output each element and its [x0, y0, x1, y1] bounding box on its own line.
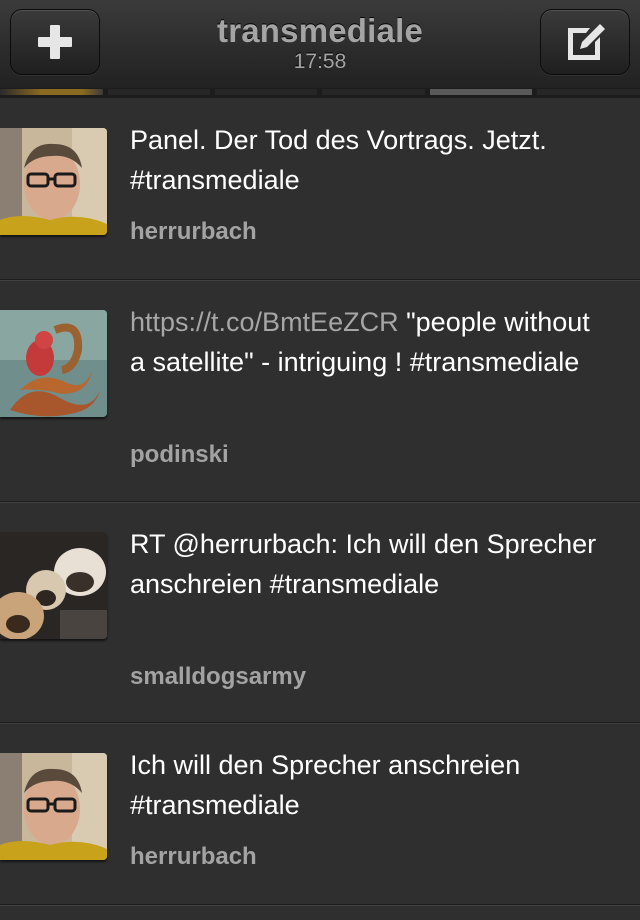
avatar-snake-creature-image [0, 310, 107, 417]
compose-button[interactable] [540, 9, 630, 75]
tweet-author[interactable]: herrurbach [130, 843, 257, 871]
tweet-text-content: Ich will den Sprecher anschreien #transm… [130, 750, 521, 820]
page-indicator-segment-3[interactable] [215, 89, 317, 95]
tweet-text-content: Panel. Der Tod des Vortrags. Jetzt. #tra… [130, 125, 547, 195]
tweet-author[interactable]: podinski [130, 441, 229, 469]
tweet-row[interactable]: https://t.co/BmtEeZCR "people without a … [0, 280, 640, 502]
page-indicator-segment-6[interactable] [537, 89, 640, 95]
page-indicator-segment-4[interactable] [322, 89, 425, 95]
compose-icon [568, 24, 605, 60]
page-indicator-segment-5-active[interactable] [430, 89, 532, 95]
page-title: transmediale [217, 12, 423, 49]
tweet-text-content: RT @herrurbach: Ich will den Sprecher an… [130, 529, 597, 599]
avatar-pug-dogs-image [0, 532, 107, 639]
tweet-text: https://t.co/BmtEeZCR "people without a … [130, 302, 610, 382]
navigation-bar: transmediale 17:58 [0, 0, 640, 89]
avatar[interactable] [0, 753, 107, 860]
tweet-text: Panel. Der Tod des Vortrags. Jetzt. #tra… [130, 120, 610, 200]
avatar-man-glasses-image [0, 128, 107, 235]
tweet-text: RT @herrurbach: Ich will den Sprecher an… [130, 524, 610, 604]
tweet-author[interactable]: smalldogsarmy [130, 663, 306, 691]
avatar[interactable] [0, 128, 107, 235]
tweet-row[interactable]: RT @herrurbach: Ich will den Sprecher an… [0, 502, 640, 723]
page-indicator-segment-2[interactable] [108, 89, 210, 95]
add-button[interactable] [10, 9, 100, 75]
page-indicator-segment-1[interactable] [0, 89, 103, 95]
tweet-row[interactable]: Ich will den Sprecher anschreien #transm… [0, 723, 640, 905]
page-subtitle-time: 17:58 [293, 50, 347, 73]
tweet-link[interactable]: https://t.co/BmtEeZCR [130, 307, 399, 337]
tweet-text: Ich will den Sprecher anschreien #transm… [130, 745, 610, 825]
plus-icon [38, 25, 72, 59]
tweet-row[interactable]: Panel. Der Tod des Vortrags. Jetzt. #tra… [0, 98, 640, 280]
avatar-man-glasses-image [0, 753, 107, 860]
avatar[interactable] [0, 532, 107, 639]
page-indicator [0, 88, 640, 98]
tweet-author[interactable]: herrurbach [130, 218, 257, 246]
avatar[interactable] [0, 310, 107, 417]
